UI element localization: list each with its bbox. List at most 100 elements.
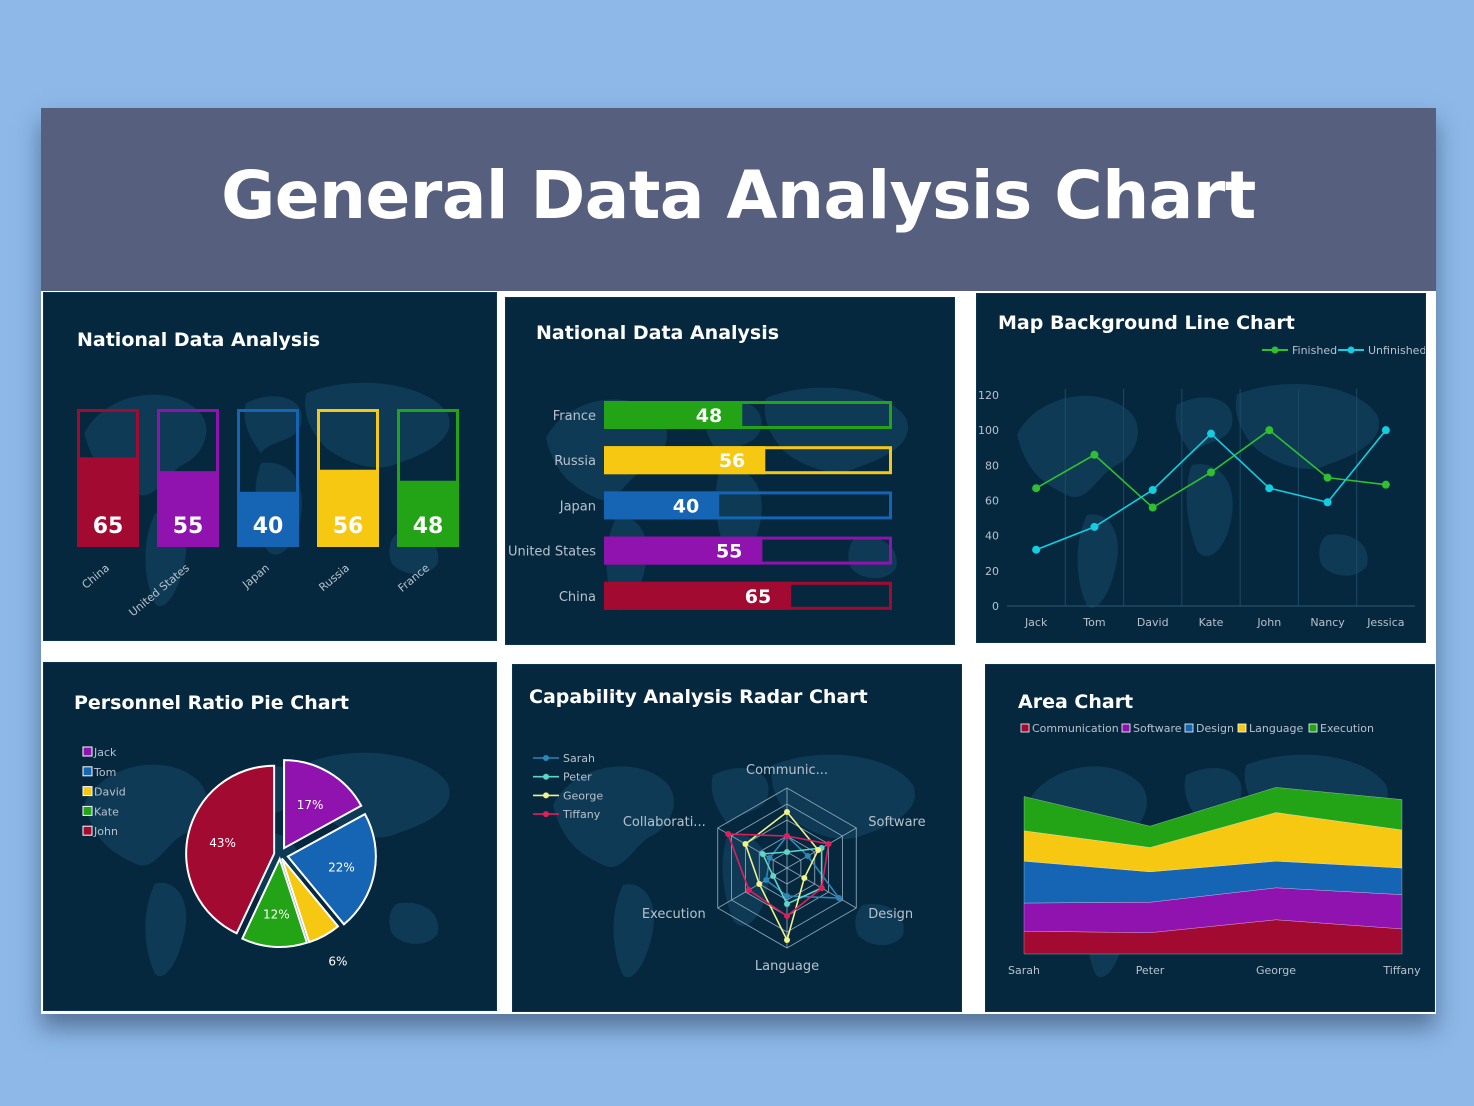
data-point <box>1148 485 1157 494</box>
area-chart: Area Chart Sarah Peter George Tiffany Commun… <box>1008 691 1421 978</box>
category-label: Japan <box>239 561 272 591</box>
chart-title: National Data Analysis <box>536 322 779 344</box>
x-tick-label: John <box>1256 616 1281 629</box>
legend-swatch <box>82 825 93 836</box>
category-label: Russia <box>316 561 351 594</box>
data-label: 17% <box>297 798 324 812</box>
bar <box>604 491 720 520</box>
axis-label: Software <box>868 815 925 830</box>
page-title: General Data Analysis Chart <box>221 157 1256 234</box>
y-tick-label: 40 <box>985 530 999 543</box>
data-point <box>784 849 790 855</box>
data-point <box>784 913 790 919</box>
data-point <box>1032 545 1041 554</box>
chart-title: Capability Analysis Radar Chart <box>529 686 868 708</box>
legend-label: Execution <box>1320 722 1374 735</box>
data-point <box>1207 429 1215 438</box>
category-label: China <box>559 590 596 605</box>
legend-marker <box>543 755 549 761</box>
category-label: United States <box>508 545 596 560</box>
data-point <box>818 885 825 891</box>
axis-label: Language <box>755 959 819 974</box>
legend-swatch <box>1020 723 1030 733</box>
data-point <box>745 887 752 893</box>
axis-label: Collaborati... <box>623 815 706 830</box>
data-point <box>1323 498 1332 507</box>
data-label: 6% <box>328 954 347 968</box>
map-shape <box>1017 395 1138 498</box>
x-tick-label: Nancy <box>1310 616 1345 629</box>
x-tick-label: David <box>1137 616 1169 629</box>
data-label: 48 <box>696 405 722 427</box>
map-shape <box>1186 464 1233 557</box>
x-tick-label: Jack <box>1024 616 1048 629</box>
x-tick-label: Kate <box>1199 616 1224 629</box>
x-tick-label: Peter <box>1136 964 1165 977</box>
category-label: Russia <box>554 454 596 469</box>
line-chart: Map Background Line Chart 0 20 40 60 80 100 12… <box>978 312 1425 629</box>
data-label: 43% <box>209 836 236 850</box>
map-shape <box>145 882 187 977</box>
legend-swatch <box>82 766 93 777</box>
map-shape <box>389 902 439 944</box>
legend-label: Communication <box>1032 722 1119 735</box>
data-point <box>725 831 732 837</box>
category-label: China <box>80 561 112 591</box>
legend-label: John <box>93 825 118 838</box>
data-label: 55 <box>716 541 742 563</box>
y-tick-label: 100 <box>978 424 999 437</box>
data-point <box>1032 484 1041 493</box>
data-point <box>1323 473 1332 482</box>
data-point <box>766 855 773 861</box>
data-point <box>1265 484 1274 493</box>
data-point <box>763 877 770 883</box>
data-point <box>1207 468 1215 477</box>
legend-label: Unfinished <box>1368 344 1425 357</box>
legend-label: George <box>563 789 603 802</box>
slide-header: General Data Analysis Chart <box>41 108 1436 291</box>
data-label: 65 <box>745 586 771 608</box>
radar-chart-panel: Capability Analysis Radar Chart Communic… <box>513 665 961 1011</box>
data-point <box>1090 450 1099 459</box>
category-label: Japan <box>559 499 596 514</box>
legend-swatch <box>82 746 93 757</box>
data-label: 65 <box>93 514 124 539</box>
data-point <box>1090 522 1099 531</box>
data-label: 56 <box>333 514 364 539</box>
data-point <box>835 895 842 901</box>
legend-marker <box>1347 346 1355 354</box>
column-chart-panel: National Data Analysis 65 China 55 United S… <box>44 293 496 640</box>
legend-label: Software <box>1133 722 1182 735</box>
data-label: 40 <box>253 514 284 539</box>
chart-title: Map Background Line Chart <box>998 312 1295 334</box>
data-label: 48 <box>413 514 444 539</box>
axis-label: Execution <box>642 907 706 922</box>
legend-swatch <box>82 786 93 797</box>
y-tick-label: 20 <box>985 565 999 578</box>
data-point <box>801 875 808 881</box>
y-tick-label: 0 <box>992 600 999 613</box>
data-point <box>825 841 832 847</box>
legend-swatch <box>1184 723 1194 733</box>
hbar-chart: National Data Analysis 48 France 56 Russia 4… <box>508 322 908 611</box>
legend-label: Finished <box>1292 344 1337 357</box>
x-tick-label: Jessica <box>1366 616 1404 629</box>
data-label: 56 <box>719 450 745 472</box>
data-point <box>1381 426 1390 435</box>
data-point <box>1265 426 1274 435</box>
legend-label: Tiffany <box>562 808 601 821</box>
x-tick-label: Tiffany <box>1382 964 1421 977</box>
legend-marker <box>1271 346 1279 354</box>
legend-swatch <box>1121 723 1131 733</box>
axis-label: Design <box>868 907 913 922</box>
data-label: 22% <box>328 861 355 875</box>
data-point <box>784 901 790 907</box>
chart-title: Personnel Ratio Pie Chart <box>74 692 349 714</box>
data-point <box>784 809 790 815</box>
legend-swatch <box>82 805 93 816</box>
legend-marker <box>543 811 549 818</box>
data-point <box>756 881 763 887</box>
hbar-chart-panel: National Data Analysis 48 France 56 Russia 4… <box>506 298 954 644</box>
radar-chart: Capability Analysis Radar Chart Communic… <box>529 686 926 978</box>
legend-label: Sarah <box>563 752 595 765</box>
